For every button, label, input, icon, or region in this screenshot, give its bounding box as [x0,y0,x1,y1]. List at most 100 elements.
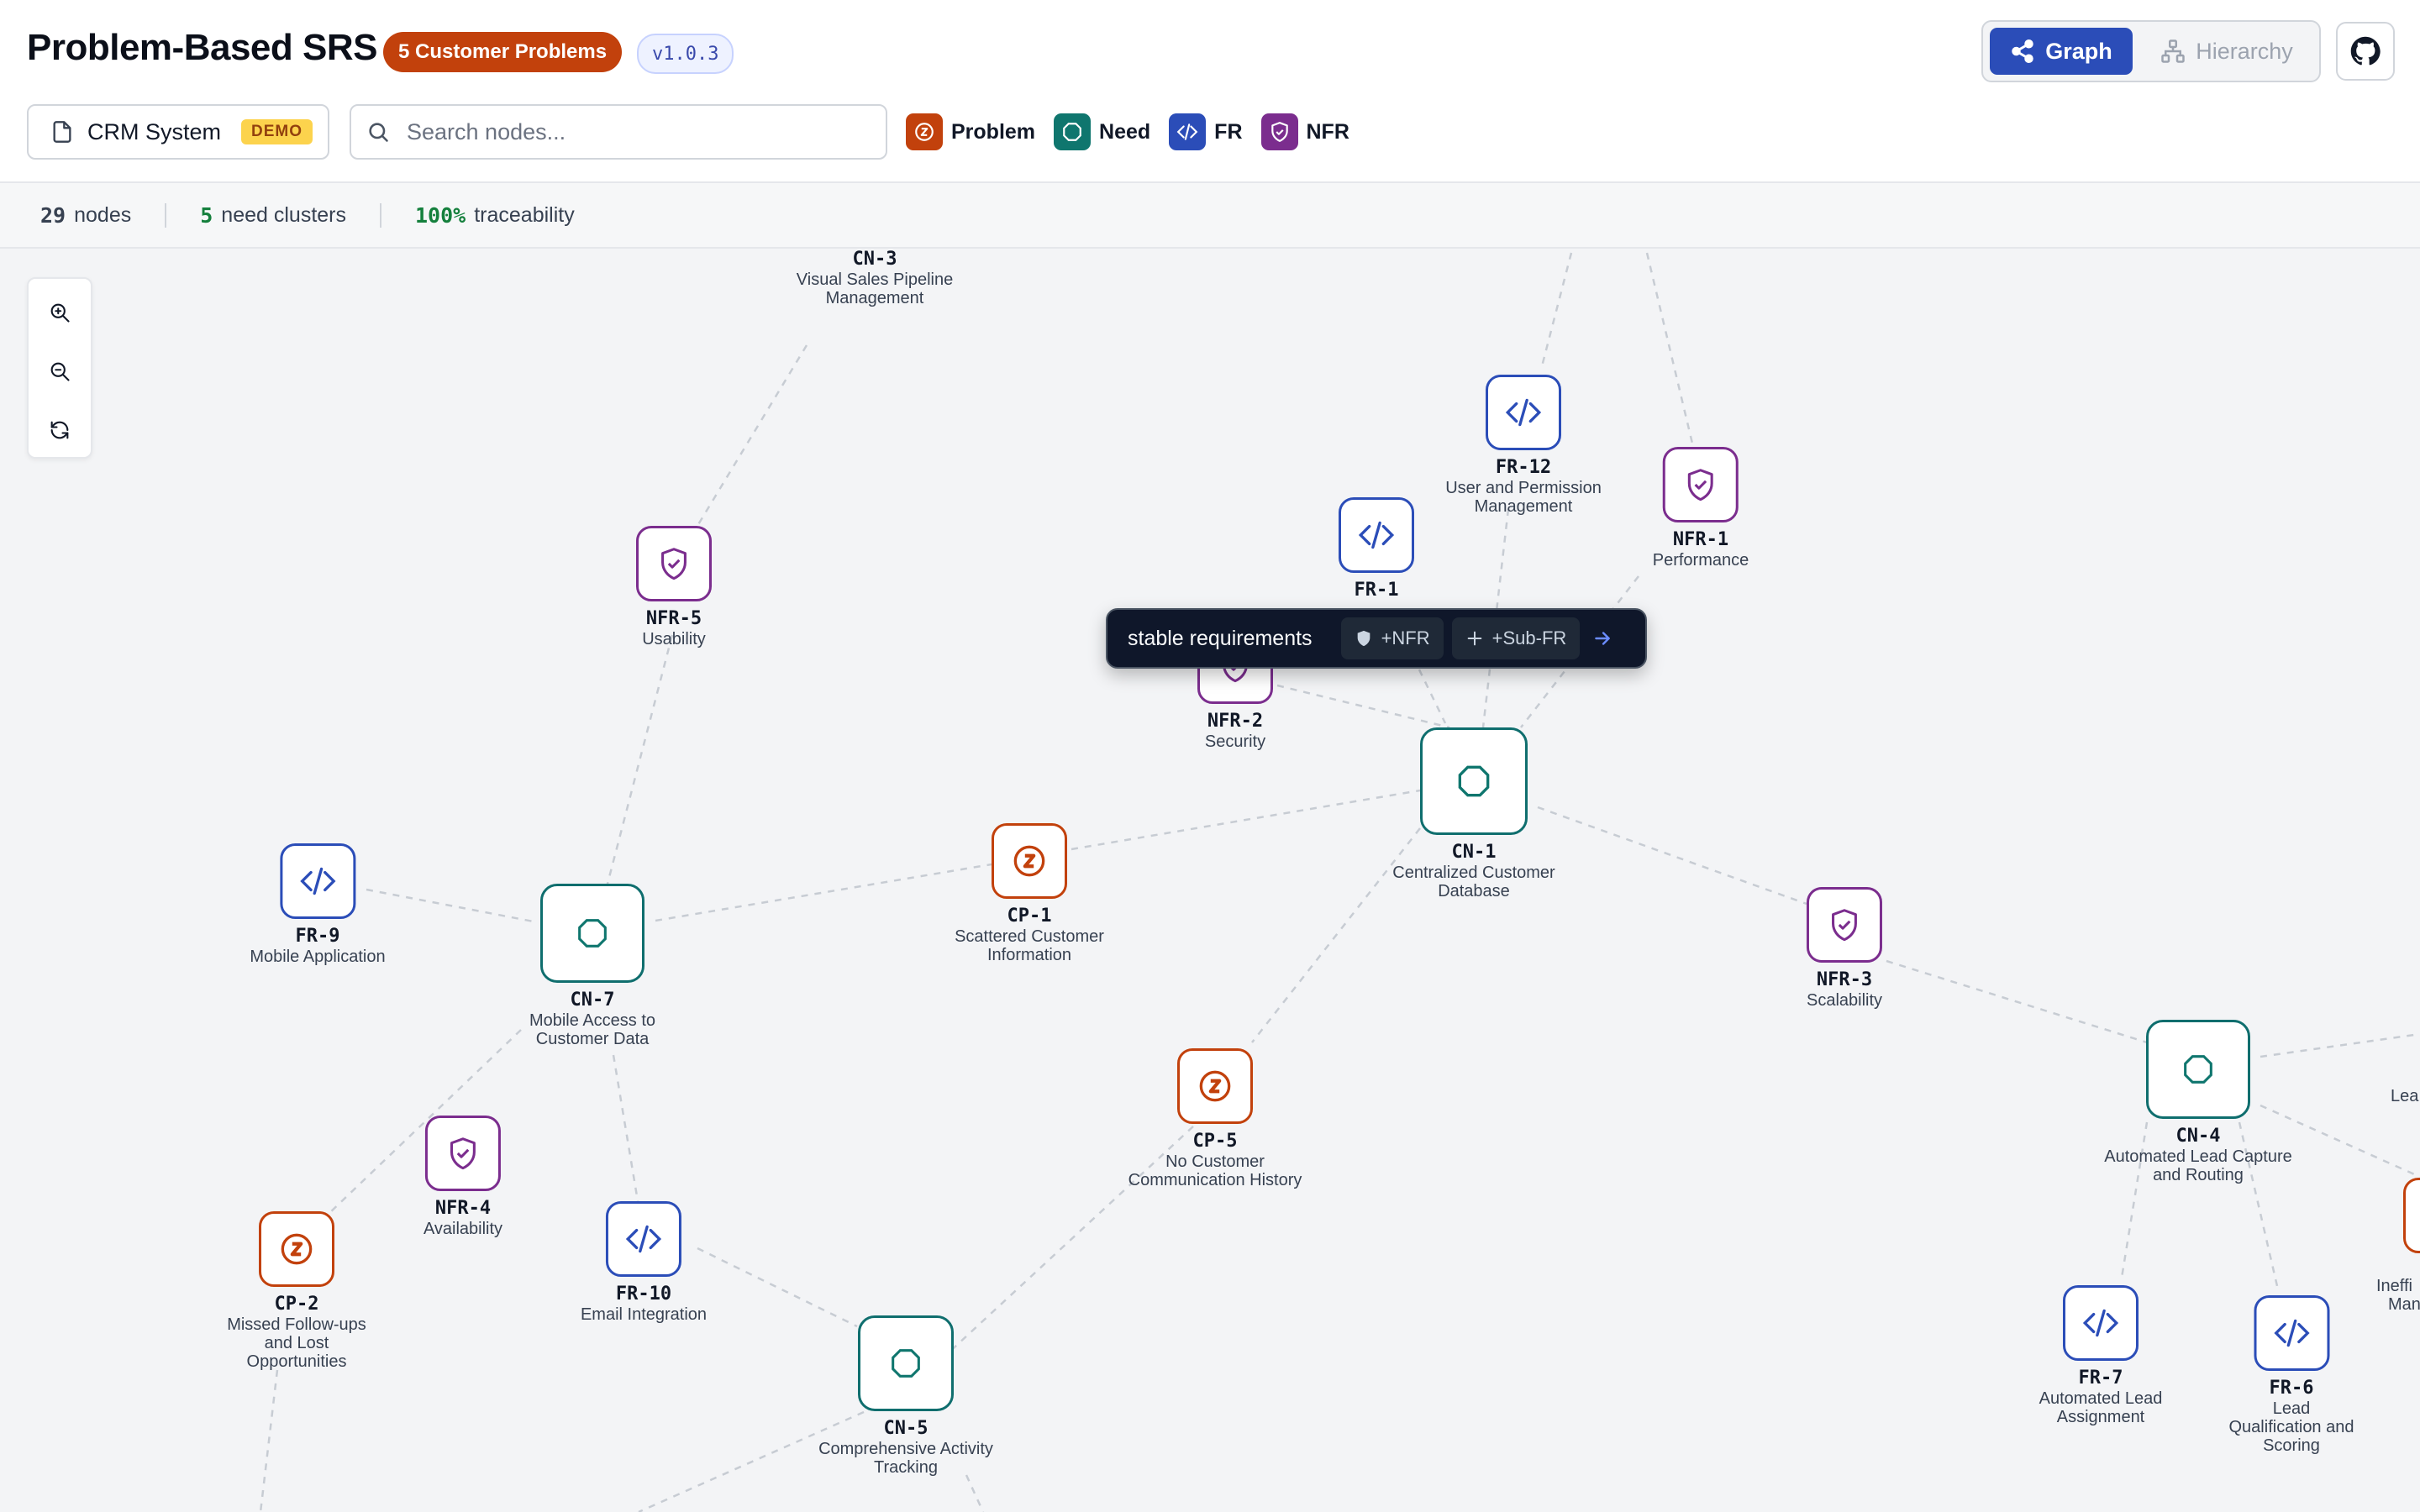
graph-node-cn-3[interactable]: CN-3 Visual Sales Pipeline Management [770,249,980,307]
stat-nodes: 29 nodes [0,203,165,228]
search-icon [369,123,388,142]
shield-icon [636,526,712,601]
graph-node-cn-1[interactable]: CN-1 Centralized Customer Database [1377,727,1570,900]
edge [1276,684,1450,729]
graph-node-fr-10[interactable]: FR-10 Email Integration [581,1201,707,1324]
problems-count-badge[interactable]: 5 Customer Problems [383,32,623,72]
zoom-in-button[interactable] [29,282,91,343]
legend-need[interactable]: Need [1054,113,1150,150]
node-action-tooltip: stable requirements +NFR +Sub-FR [1106,608,1647,669]
document-icon [53,121,71,143]
graph-icon [2012,39,2033,63]
search-box [350,104,887,160]
code-icon [1486,375,1561,450]
graph-node-cn-4[interactable]: CN-4 Automated Lead Capture and Routing [2102,1020,2295,1184]
demo-badge: DEMO [241,119,313,144]
graph-node-nfr-5[interactable]: NFR-5 Usability [636,526,712,648]
shield-icon [1663,447,1739,522]
legend-need-label: Need [1099,119,1151,144]
node-label: Scattered Customer Information [955,927,1104,964]
node-id: CP-5 [1192,1131,1238,1152]
code-icon [1339,497,1414,573]
legend-nfr[interactable]: NFR [1260,113,1349,150]
graph-node-nfr-3[interactable]: NFR-3 Scalability [1807,887,1882,1010]
node-id: NFR-5 [645,608,702,629]
edge [696,344,808,527]
node-id: NFR-4 [434,1198,492,1219]
code-icon [2063,1285,2139,1361]
graph-node-cn-5[interactable]: CN-5 Comprehensive Activity Tracking [809,1315,1002,1477]
node-label: Availability [423,1220,503,1238]
graph-node-nfr-4[interactable]: NFR-4 Availability [424,1116,502,1238]
node-label: Visual Sales Pipeline Management [796,270,954,307]
node-label: Lead Qualification and Scoring [2228,1399,2354,1455]
add-nfr-button[interactable]: +NFR [1340,617,1444,659]
zoom-out-button[interactable] [29,341,91,402]
graph-node-cn-7[interactable]: CN-7 Mobile Access to Customer Data [496,884,689,1048]
node-label: No Customer Communication History [1128,1152,1302,1189]
graph-node-fr-7[interactable]: FR-7 Automated Lead Assignment [2004,1285,2197,1426]
open-node-button[interactable] [1591,627,1613,649]
add-sub-fr-button[interactable]: +Sub-FR [1451,617,1581,659]
clipped-node-label: Lea [2391,1087,2419,1105]
node-id: CN-4 [2175,1126,2221,1147]
graph-canvas[interactable]: CN-3 Visual Sales Pipeline Management FR… [0,249,2420,1512]
node-label: Scalability [1806,991,1883,1010]
legend-problem-label: Problem [951,119,1036,144]
stat-traceability-label: traceability [474,202,575,227]
clipped-problem-node[interactable] [2403,1178,2420,1253]
node-id: FR-6 [2269,1378,2314,1399]
node-label: Automated Lead Capture and Routing [2104,1147,2292,1184]
edge [259,1369,279,1512]
search-input[interactable] [405,118,862,146]
node-label: Mobile Access to Customer Data [529,1011,656,1048]
tooltip-text: stable requirements [1128,626,1313,650]
legend-problem[interactable]: Problem [906,113,1035,150]
clipped-label-line-1: Ineffi [2376,1277,2412,1295]
node-label: Mobile Application [250,948,386,966]
need-icon [1054,113,1092,150]
stat-clusters-label: need clusters [221,202,346,227]
graph-node-fr-1[interactable]: FR-1 [1339,497,1414,601]
problem-icon [1177,1048,1253,1124]
refresh-icon [50,421,69,439]
github-button[interactable] [2336,22,2395,81]
node-label: Usability [642,630,706,648]
legend-fr-label: FR [1214,119,1243,144]
stat-clusters: 5 need clusters [165,202,380,228]
graph-node-cp-2[interactable]: CP-2 Missed Follow-ups and Lost Opportun… [213,1211,381,1371]
shield-icon [1806,887,1882,963]
node-label: Performance [1652,551,1749,570]
stat-traceability-value: 100% [415,202,466,228]
shield-icon [1260,113,1298,150]
graph-node-cp-5[interactable]: CP-5 No Customer Communication History [1118,1048,1312,1189]
node-label: User and Permission Management [1445,479,1602,516]
legend-nfr-label: NFR [1306,119,1349,144]
hierarchy-view-button[interactable]: Hierarchy [2143,28,2311,75]
node-id: FR-1 [1354,580,1399,601]
code-icon [1169,113,1207,150]
add-nfr-label: +NFR [1381,627,1430,648]
node-label: Email Integration [580,1305,708,1324]
node-id: CN-3 [852,249,897,270]
legend-fr[interactable]: FR [1169,113,1243,150]
node-label: Automated Lead Assignment [2039,1389,2163,1426]
edge [1540,252,1573,367]
graph-node-cp-1[interactable]: CP-1 Scattered Customer Information [933,823,1126,964]
graph-view-button[interactable]: Graph [1990,28,2133,75]
graph-node-nfr-1[interactable]: NFR-1 Performance [1653,447,1749,570]
graph-view-label: Graph [2045,38,2112,64]
plus-icon [1467,631,1481,646]
problem-icon [992,823,1067,899]
node-id: CN-7 [570,990,615,1011]
node-id: FR-12 [1495,457,1552,478]
view-toggle: Graph Hierarchy [1981,20,2321,82]
shield-icon [1357,630,1370,647]
graph-node-fr-9[interactable]: FR-9 Mobile Application [250,843,386,966]
reset-view-button[interactable] [29,400,91,460]
hierarchy-icon [2161,39,2185,63]
zoom-in-icon [50,303,70,323]
graph-node-fr-6[interactable]: FR-6 Lead Qualification and Scoring [2228,1295,2356,1455]
project-selector[interactable]: CRM System DEMO [27,104,329,160]
graph-node-fr-12[interactable]: FR-12 User and Permission Management [1427,375,1620,516]
